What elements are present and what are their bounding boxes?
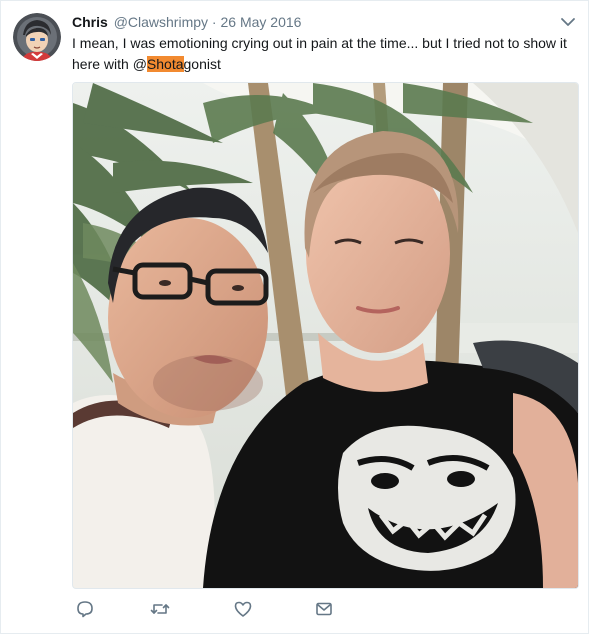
mention-highlight: Shota — [146, 56, 184, 72]
display-name[interactable]: Chris — [72, 14, 108, 30]
username-handle[interactable]: @Clawshrimpy — [114, 14, 208, 30]
mention-link[interactable]: @Shotagonist — [133, 56, 221, 72]
separator-dot: · — [211, 14, 217, 30]
retweet-icon[interactable] — [150, 599, 170, 619]
chevron-down-icon[interactable] — [560, 15, 576, 29]
mention-rest: gonist — [183, 56, 221, 72]
tweet-timestamp[interactable]: 26 May 2016 — [220, 14, 301, 30]
envelope-icon[interactable] — [314, 599, 334, 619]
tweet-actions — [72, 599, 372, 623]
mention-prefix: @ — [132, 56, 147, 72]
tweet-card: Chris @Clawshrimpy · 26 May 2016 I mean,… — [0, 0, 589, 634]
selfie-photo-image — [73, 83, 578, 588]
tweet-text: I mean, I was emotioning crying out in p… — [72, 33, 577, 75]
tweet-photo[interactable] — [72, 82, 579, 589]
avatar[interactable] — [13, 13, 61, 61]
reply-icon[interactable] — [75, 599, 95, 619]
heart-icon[interactable] — [233, 599, 253, 619]
tweet-header: Chris @Clawshrimpy · 26 May 2016 — [72, 12, 548, 32]
